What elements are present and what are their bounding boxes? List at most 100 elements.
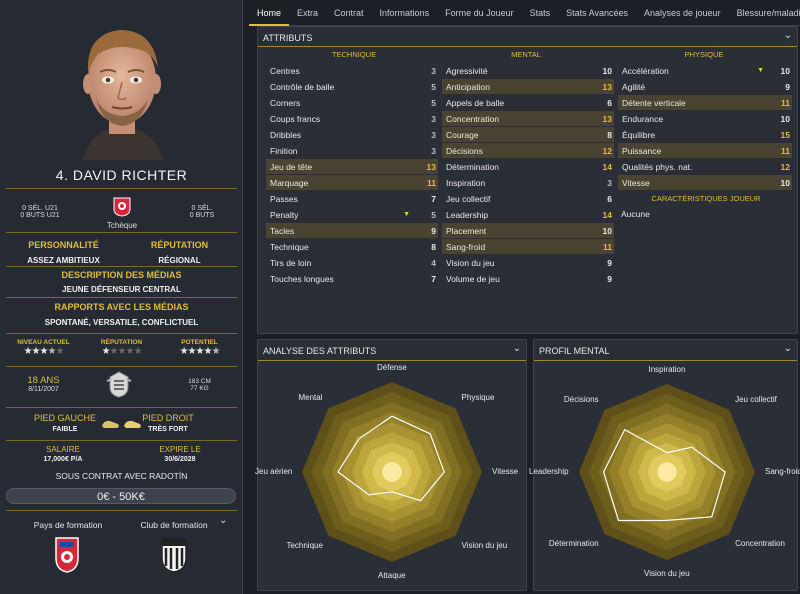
tab-contrat[interactable]: Contrat	[326, 0, 372, 26]
attribute-value: 3	[431, 65, 436, 76]
tab-analyses-de-joueur[interactable]: Analyses de joueur	[636, 0, 729, 26]
mental-header: MENTAL	[511, 50, 541, 59]
attribute-name: Équilibre	[622, 129, 656, 140]
height-value: 183 CM	[188, 378, 211, 385]
attribute-value: 12	[602, 145, 612, 156]
potential-stars: ★★★★★	[162, 346, 237, 357]
u21-stats: 0 SÉL. U21 0 BUTS U21	[10, 205, 70, 219]
expires-value: 30/6/2028	[164, 456, 196, 463]
expiry-block: EXPIRE LE 30/6/2028	[135, 445, 225, 463]
tab-stats[interactable]: Stats	[522, 0, 559, 26]
star-icon: ★	[179, 346, 189, 357]
attribute-row-mental[interactable]: Sang-froid 11	[442, 239, 614, 254]
attribute-row-physical[interactable]: Vitesse 10	[618, 175, 792, 190]
attribute-row-technical[interactable]: Centres 3	[266, 63, 438, 78]
attribute-analysis-panel: ANALYSE DES ATTRIBUTS ⌄ Défense Physique V…	[255, 339, 527, 591]
radar-axis-label: Sang-froid	[765, 467, 800, 476]
attribute-name: Appels de balle	[446, 97, 505, 108]
star-icon: ★	[133, 346, 142, 357]
radar-axis-label: Attaque	[378, 571, 406, 580]
chevron-down-icon[interactable]: ⌄	[784, 343, 792, 354]
radar-axis-label: Mental	[298, 393, 323, 403]
attribute-row-mental[interactable]: Vision du jeu 9	[442, 255, 614, 270]
attribute-row-mental[interactable]: Détermination 14	[442, 159, 614, 174]
attribute-row-mental[interactable]: Anticipation 13	[442, 79, 614, 94]
chevron-down-icon[interactable]: ⌄	[219, 515, 227, 526]
chevron-down-icon[interactable]: ⌄	[513, 343, 521, 354]
attribute-row-mental[interactable]: Leadership 14	[442, 207, 614, 222]
tab-bar: Home Extra Contrat Informations Forme du Jou…	[249, 0, 800, 26]
attribute-name: Coups francs	[270, 113, 321, 124]
attribute-row-technical[interactable]: Penalty ▼ 5	[266, 207, 438, 222]
attribute-row-mental[interactable]: Volume de jeu 9	[442, 271, 614, 286]
star-icon: ★	[211, 346, 220, 357]
attribute-row-mental[interactable]: Appels de balle 6	[442, 95, 614, 110]
attribute-analysis-title: ANALYSE DES ATTRIBUTS	[263, 346, 377, 356]
attribute-value: 9	[607, 273, 612, 284]
attribute-row-physical[interactable]: Endurance 10	[618, 111, 792, 126]
attribute-name: Détente verticale	[622, 97, 686, 108]
attribute-row-mental[interactable]: Courage 8	[442, 127, 614, 142]
attribute-row-technical[interactable]: Corners 5	[266, 95, 438, 110]
tab-blessure-maladie[interactable]: Blessure/maladie	[729, 0, 800, 26]
senior-goals: 0 BUTS	[189, 212, 215, 219]
attribute-row-technical[interactable]: Tacles 9	[266, 223, 438, 238]
star-icon: ★	[55, 346, 64, 357]
attribute-row-technical[interactable]: Contrôle de balle 5	[266, 79, 438, 94]
tab-extra[interactable]: Extra	[289, 0, 326, 26]
attribute-row-mental[interactable]: Inspiration 3	[442, 175, 614, 190]
divider	[6, 510, 237, 511]
attribute-row-mental[interactable]: Agressivité 10	[442, 63, 614, 78]
technical-header: TECHNIQUE	[331, 50, 377, 59]
reputation-label: RÉPUTATION	[150, 240, 209, 250]
club-crest-icon	[106, 371, 132, 398]
divider	[6, 407, 237, 408]
attribute-row-technical[interactable]: Tirs de loin 4	[266, 255, 438, 270]
attribute-row-technical[interactable]: Dribbles 3	[266, 127, 438, 142]
attribute-row-technical[interactable]: Finition 3	[266, 143, 438, 158]
attribute-row-physical[interactable]: Détente verticale 11	[618, 95, 792, 110]
attribute-value: 11	[781, 97, 790, 108]
attribute-value: 8	[431, 241, 436, 252]
attribute-row-mental[interactable]: Concentration 13	[442, 111, 614, 126]
tab-stats-avanc-es[interactable]: Stats Avancées	[558, 0, 636, 26]
radar-axis-label: Inspiration	[648, 365, 686, 374]
player-name: 4. DAVID RICHTER	[55, 167, 188, 183]
attribute-value: 9	[431, 225, 436, 236]
personality-label: PERSONNALITÉ	[28, 240, 99, 250]
attribute-row-technical[interactable]: Jeu de tête 13	[266, 159, 438, 174]
attribute-value: 12	[780, 161, 790, 172]
attribute-value: 11	[603, 241, 612, 252]
tab-home[interactable]: Home	[249, 0, 290, 26]
attribute-row-mental[interactable]: Placement 10	[442, 223, 614, 238]
radar-axis-label: Vision du jeu	[644, 569, 690, 578]
attribute-row-physical[interactable]: Agilité 9	[618, 79, 792, 94]
attribute-row-technical[interactable]: Touches longues 7	[266, 271, 438, 286]
attribute-row-physical[interactable]: Qualités phys. nat. 12	[618, 159, 792, 174]
attribute-row-mental[interactable]: Décisions 12	[442, 143, 614, 158]
attribute-row-technical[interactable]: Coups francs 3	[266, 111, 438, 126]
attributes-title: ATTRIBUTS	[263, 33, 313, 43]
tab-forme-du-joueur[interactable]: Forme du Joueur	[437, 0, 522, 26]
media-rel-label: RAPPORTS AVEC LES MÉDIAS	[54, 302, 189, 312]
attribute-row-technical[interactable]: Marquage 11	[266, 175, 438, 190]
tab-informations[interactable]: Informations	[372, 0, 438, 26]
attribute-value: 14	[602, 161, 612, 172]
attribute-name: Agilité	[622, 81, 646, 92]
date-of-birth: 8/11/2007	[28, 386, 59, 393]
attributes-panel: ATTRIBUTS ⌄ TECHNIQUE MENTAL PHYSIQUE Ce…	[257, 26, 798, 334]
attribute-row-physical[interactable]: Puissance 11	[618, 143, 792, 158]
transfer-value[interactable]: 0€ - 50K€	[6, 488, 236, 504]
u21-caps: 0 SÉL. U21	[22, 205, 58, 212]
attribute-row-physical[interactable]: Accélération ▼ 10	[618, 63, 792, 78]
attribute-row-technical[interactable]: Passes 7	[266, 191, 438, 206]
attribute-value: 5	[431, 97, 436, 108]
attribute-value: 7	[431, 193, 436, 204]
attribute-row-technical[interactable]: Technique 8	[266, 239, 438, 254]
panel-divider	[258, 46, 797, 47]
attribute-row-physical[interactable]: Équilibre 15	[618, 127, 792, 142]
chevron-down-icon[interactable]: ⌄	[784, 30, 792, 41]
attribute-row-mental[interactable]: Jeu collectif 6	[442, 191, 614, 206]
attribute-name: Tirs de loin	[270, 257, 312, 268]
divider	[6, 333, 237, 334]
